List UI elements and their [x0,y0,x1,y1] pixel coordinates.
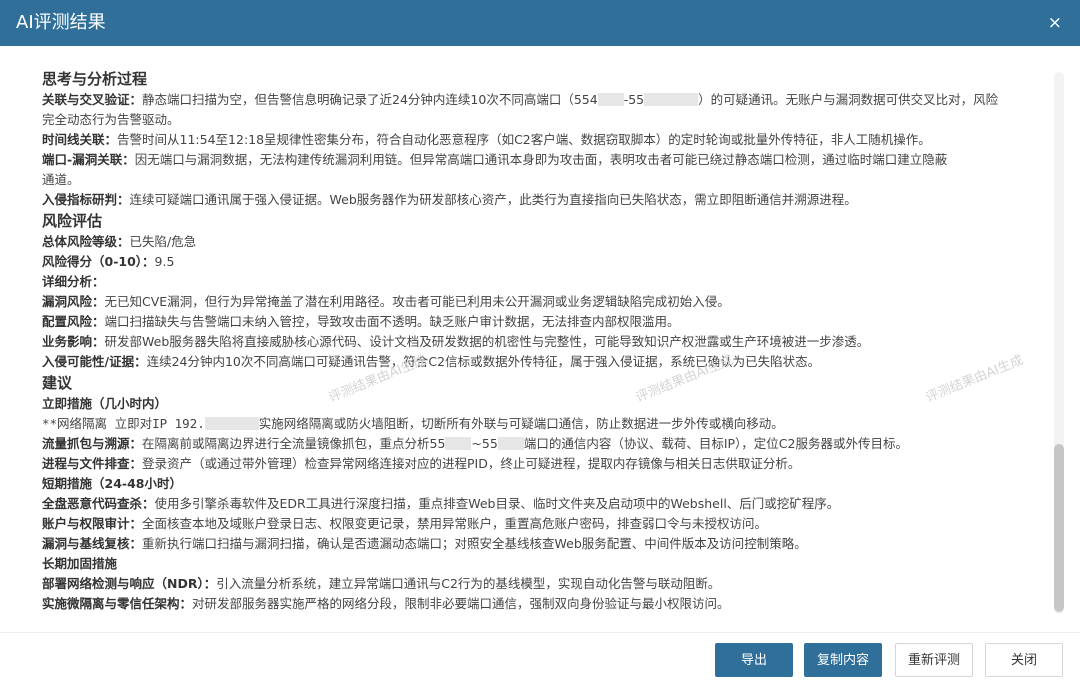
copy-content-button[interactable]: 复制内容 [804,643,882,677]
advice-short-heading: 短期措施（24-48小时） [42,476,182,491]
advice-item-baseline: 漏洞与基线复核：重新执行端口扫描与漏洞扫描，确认是否遗漏动态端口；对照安全基线核… [42,536,807,551]
close-icon[interactable]: × [1048,13,1062,33]
risk-item-business: 业务影响：研发部Web服务器失陷将直接威胁核心源代码、设计文档及研发数据的机密性… [42,334,870,349]
section-heading-thinking: 思考与分析过程 [42,70,148,88]
scrollbar[interactable] [1054,72,1064,614]
advice-item-zero-trust: 实施微隔离与零信任架构：对研发部服务器实施严格的网络分段，限制非必要端口通信，强… [42,596,730,611]
advice-item-ndr: 部署网络检测与响应（NDR）：引入流量分析系统，建立异常端口通讯与C2行为的基线… [42,576,721,591]
risk-score: 风险得分（0-10）：9.5 [42,254,175,269]
advice-item-capture: 流量抓包与溯源：在隔离前或隔离边界进行全流量镜像抓包，重点分析55 ~55 端口的通… [42,436,908,451]
footer-divider [0,632,1080,633]
risk-detail-label: 详细分析： [42,274,105,289]
section-heading-advice: 建议 [42,374,73,392]
redacted-mask [597,93,624,106]
dialog-title: AI评测结果 [16,12,106,33]
section-heading-risk: 风险评估 [42,212,103,230]
risk-level: 总体风险等级：已失陷/危急 [42,234,197,249]
thinking-item-port-vuln: 端口-漏洞关联：因无端口与漏洞数据，无法构建传统漏洞利用链。但异常高端口通讯本身… [42,152,948,187]
redacted-mask [204,417,259,430]
advice-item-isolation: **网络隔离 立即对IP 192. 实施网络隔离或防火墙阻断，切断所有外联与可疑端… [42,416,784,431]
thinking-item-indicator: 入侵指标研判：连续可疑端口通讯属于强入侵证据。Web服务器作为研发部核心资产，此… [42,192,857,207]
advice-immediate-heading: 立即措施（几小时内） [42,396,168,411]
advice-item-process: 进程与文件排查：登录资产（或通过带外管理）检查异常网络连接对应的进程PID，终止… [42,456,801,471]
advice-item-account: 账户与权限审计：全面核查本地及域账户登录日志、权限变更记录，禁用异常账户，重置高… [42,516,768,531]
redacted-mask [445,437,472,450]
risk-item-possibility: 入侵可能性/证据：连续24分钟内10次不同高端口可疑通讯告警，符合C2信标或数据… [42,354,821,369]
thinking-item-correlation: 关联与交叉验证：静态端口扫描为空，但告警信息明确记录了近24分钟内连续10次不同… [42,92,999,127]
redacted-mask [644,93,699,106]
advice-item-scan: 全盘恶意代码查杀：使用多引擎杀毒软件及EDR工具进行深度扫描，重点排查Web目录… [42,496,840,511]
redacted-mask [497,437,524,450]
scrollbar-thumb[interactable] [1054,444,1064,612]
close-button[interactable]: 关闭 [985,643,1063,677]
result-content: 思考与分析过程 关联与交叉验证：静态端口扫描为空，但告警信息明确记录了近24分钟… [42,68,1032,624]
dialog-titlebar: AI评测结果 × [0,0,1080,46]
reevaluate-button[interactable]: 重新评测 [895,643,973,677]
advice-long-heading: 长期加固措施 [42,556,118,571]
thinking-item-timeline: 时间线关联：告警时间从11:54至12:18呈规律性密集分布，符合自动化恶意程序… [42,132,931,147]
risk-item-config: 配置风险：端口扫描缺失与告警端口未纳入管控，导致攻击面不透明。缺乏账户审计数据，… [42,314,680,329]
risk-item-vuln: 漏洞风险：无已知CVE漏洞，但行为异常掩盖了潜在利用路径。攻击者可能已利用未公开… [42,294,730,309]
export-button[interactable]: 导出 [715,643,793,677]
